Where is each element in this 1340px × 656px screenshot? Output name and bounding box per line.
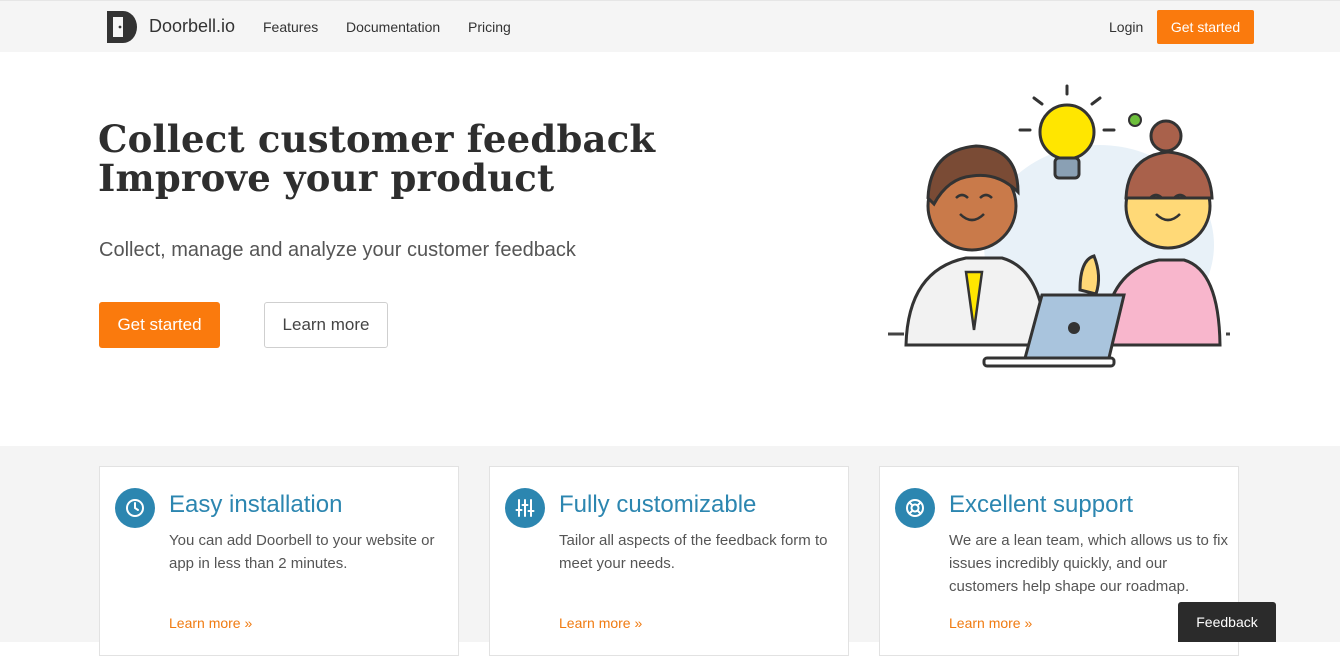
- login-link[interactable]: Login: [1109, 19, 1143, 35]
- hero-title-line1: Collect customer feedback: [98, 117, 656, 161]
- feature-text: Tailor all aspects of the feedback form …: [559, 532, 828, 572]
- feature-title: Excellent support: [949, 491, 1134, 518]
- feature-text: You can add Doorbell to your website or …: [169, 532, 435, 572]
- sliders-icon: [505, 488, 545, 528]
- clock-icon: [115, 488, 155, 528]
- feature-learn-more-link[interactable]: Learn more »: [949, 615, 1032, 631]
- nav-get-started-button[interactable]: Get started: [1157, 10, 1254, 44]
- nav-link-pricing[interactable]: Pricing: [468, 19, 511, 35]
- hero-title-line2: Improve your product: [98, 156, 555, 200]
- nav-link-features[interactable]: Features: [263, 19, 318, 35]
- feature-title: Easy installation: [169, 491, 343, 518]
- feature-title: Fully customizable: [559, 491, 757, 518]
- top-navbar: Doorbell.io Features Documentation Prici…: [0, 0, 1340, 52]
- hero-subtitle: Collect, manage and analyze your custome…: [99, 239, 576, 261]
- doorbell-logo-icon[interactable]: [105, 9, 139, 45]
- hero-get-started-button[interactable]: Get started: [99, 302, 220, 348]
- brand-name[interactable]: Doorbell.io: [149, 16, 235, 37]
- features-section: Easy installation You can add Doorbell t…: [0, 446, 1340, 656]
- nav-link-documentation[interactable]: Documentation: [346, 19, 440, 35]
- feature-text: We are a lean team, which allows us to f…: [949, 532, 1229, 595]
- lifebuoy-icon: [895, 488, 935, 528]
- hero-title: Collect customer feedback Improve your p…: [98, 120, 655, 198]
- feature-card-installation: Easy installation You can add Doorbell t…: [99, 466, 459, 656]
- hero-learn-more-button[interactable]: Learn more: [264, 302, 388, 348]
- feedback-tab-button[interactable]: Feedback: [1178, 602, 1276, 642]
- feature-card-customizable: Fully customizable Tailor all aspects of…: [489, 466, 849, 656]
- feature-learn-more-link[interactable]: Learn more »: [169, 615, 252, 631]
- team-illustration: [888, 84, 1230, 368]
- feature-learn-more-link[interactable]: Learn more »: [559, 615, 642, 631]
